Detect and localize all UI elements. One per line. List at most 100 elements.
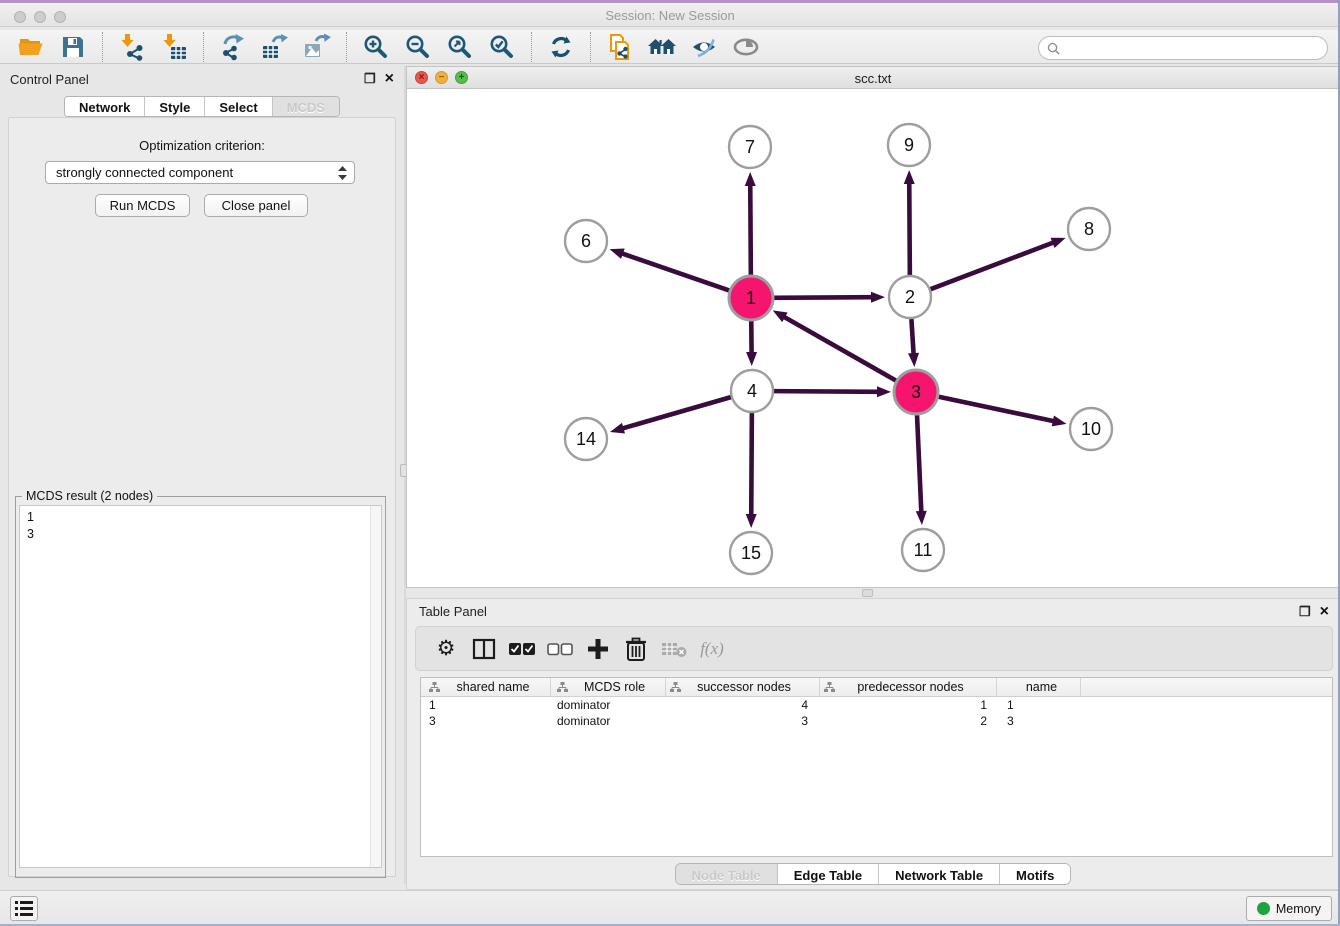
graph-edge[interactable] — [917, 414, 921, 513]
zoom-out-icon[interactable] — [403, 32, 433, 62]
eye-icon[interactable] — [731, 32, 761, 62]
tab-style[interactable]: Style — [144, 97, 204, 116]
criterion-dropdown[interactable]: strongly connected component — [45, 161, 355, 184]
run-mcds-button[interactable]: Run MCDS — [95, 194, 190, 217]
unselect-all-columns-icon[interactable] — [544, 633, 576, 665]
search-field[interactable] — [1038, 36, 1328, 60]
control-panel-tabs: Network Style Select MCDS — [0, 96, 404, 117]
select-all-columns-icon[interactable] — [506, 633, 538, 665]
graph-edge-arrowhead — [746, 514, 757, 528]
tab-edge-table[interactable]: Edge Table — [777, 864, 878, 884]
column-header-mcds-role[interactable]: MCDS role — [551, 678, 666, 696]
toolbar-separator — [102, 32, 103, 62]
graph-edge[interactable] — [909, 182, 910, 275]
delete-column-icon[interactable] — [620, 633, 652, 665]
import-network-icon[interactable] — [117, 32, 147, 62]
table-body: 1dominator4113dominator323 — [421, 697, 1332, 729]
close-panel-icon[interactable]: × — [385, 71, 394, 86]
tab-network[interactable]: Network — [65, 97, 144, 116]
graph-edge[interactable] — [773, 297, 873, 298]
save-session-icon[interactable] — [58, 32, 88, 62]
control-panel-header: Control Panel ❐ × — [0, 66, 404, 94]
tab-select[interactable]: Select — [204, 97, 271, 116]
graph-edge[interactable] — [931, 242, 1055, 289]
tree-icon — [557, 682, 568, 693]
import-table-icon[interactable] — [159, 32, 189, 62]
graph-edge[interactable] — [621, 253, 730, 291]
refresh-icon[interactable] — [546, 32, 576, 62]
column-header-successor-nodes[interactable]: successor nodes — [666, 678, 820, 696]
tab-motifs[interactable]: Motifs — [999, 864, 1070, 884]
result-scrollbar[interactable] — [370, 506, 381, 867]
memory-button[interactable]: Memory — [1246, 896, 1332, 921]
control-panel: Control Panel ❐ × Network Style Select M… — [0, 66, 404, 884]
control-panel-title: Control Panel — [10, 72, 89, 87]
search-input[interactable] — [1065, 41, 1319, 56]
column-header-predecessor-nodes[interactable]: predecessor nodes — [820, 678, 997, 696]
graph-node-label: 6 — [581, 231, 591, 251]
delete-table-icon[interactable] — [658, 633, 690, 665]
table-cell-filler — [1081, 697, 1332, 713]
graph-node-label: 9 — [904, 135, 914, 155]
horizontal-splitter[interactable] — [406, 588, 1340, 598]
float-panel-icon[interactable]: ❐ — [1299, 604, 1311, 619]
graph-edge[interactable] — [750, 184, 751, 276]
graph-edge[interactable] — [774, 391, 879, 392]
toolbar-separator — [531, 32, 532, 62]
table-cell: 3 — [421, 713, 551, 729]
home-networks-icon[interactable] — [647, 32, 677, 62]
graph-edge[interactable] — [911, 319, 913, 355]
table-panel-header: Table Panel ❐ × — [407, 599, 1339, 625]
add-column-icon[interactable] — [582, 633, 614, 665]
table-cell: 2 — [820, 713, 997, 729]
graph-edge[interactable] — [938, 397, 1055, 422]
window-title: Session: New Session — [0, 8, 1340, 23]
main-toolbar — [0, 30, 1340, 64]
splitter-grip[interactable] — [862, 589, 873, 597]
zoom-selected-icon[interactable] — [487, 32, 517, 62]
hide-graphics-details-icon[interactable] — [689, 32, 719, 62]
graph-edge-arrowhead — [1051, 238, 1066, 248]
graph-edge[interactable] — [622, 397, 731, 429]
table-row[interactable]: 3dominator323 — [421, 713, 1332, 729]
network-window-titlebar[interactable]: × − + scc.txt — [407, 67, 1339, 89]
graph-edge-arrowhead — [1052, 416, 1067, 427]
table-cell: 3 — [666, 713, 820, 729]
mcds-result-text[interactable]: 1 3 — [19, 505, 382, 868]
tab-network-table[interactable]: Network Table — [878, 864, 999, 884]
graph-node-label: 8 — [1084, 219, 1094, 239]
graph-node-label: 14 — [576, 429, 596, 449]
table-cell-filler — [1081, 713, 1332, 729]
table-row[interactable]: 1dominator411 — [421, 697, 1332, 713]
status-bar: Memory — [0, 890, 1340, 926]
mcds-panel-body: Optimization criterion: strongly connect… — [8, 117, 396, 877]
close-panel-button[interactable]: Close panel — [204, 194, 308, 217]
open-session-icon[interactable] — [16, 32, 46, 62]
graph-edge[interactable] — [783, 316, 897, 381]
tab-node-table[interactable]: Node Table — [676, 864, 777, 884]
toolbar-separator — [346, 32, 347, 62]
graph-node-label: 3 — [911, 382, 921, 402]
task-history-button[interactable] — [10, 896, 38, 921]
function-builder-icon[interactable]: f(x) — [696, 633, 728, 665]
show-columns-icon[interactable] — [468, 633, 500, 665]
export-network-icon[interactable] — [218, 32, 248, 62]
network-document-icon[interactable] — [605, 32, 635, 62]
tree-icon — [670, 682, 681, 693]
graph-node-label: 1 — [746, 288, 756, 308]
export-table-icon[interactable] — [260, 32, 290, 62]
float-panel-icon[interactable]: ❐ — [364, 71, 376, 86]
memory-label: Memory — [1276, 902, 1321, 916]
window-titlebar: Session: New Session — [0, 0, 1340, 27]
close-panel-icon[interactable]: × — [1320, 604, 1329, 619]
graph-edge[interactable] — [751, 413, 752, 516]
zoom-fit-icon[interactable] — [445, 32, 475, 62]
zoom-in-icon[interactable] — [361, 32, 391, 62]
table-settings-gear-icon[interactable]: ⚙ — [430, 633, 462, 665]
export-image-icon[interactable] — [302, 32, 332, 62]
graph-edge-arrowhead — [916, 511, 927, 525]
column-header-name[interactable]: name — [997, 678, 1081, 696]
network-canvas[interactable]: 7968124314101511 — [407, 89, 1339, 587]
column-header-shared-name[interactable]: shared name — [421, 678, 551, 696]
tab-mcds[interactable]: MCDS — [272, 97, 339, 116]
